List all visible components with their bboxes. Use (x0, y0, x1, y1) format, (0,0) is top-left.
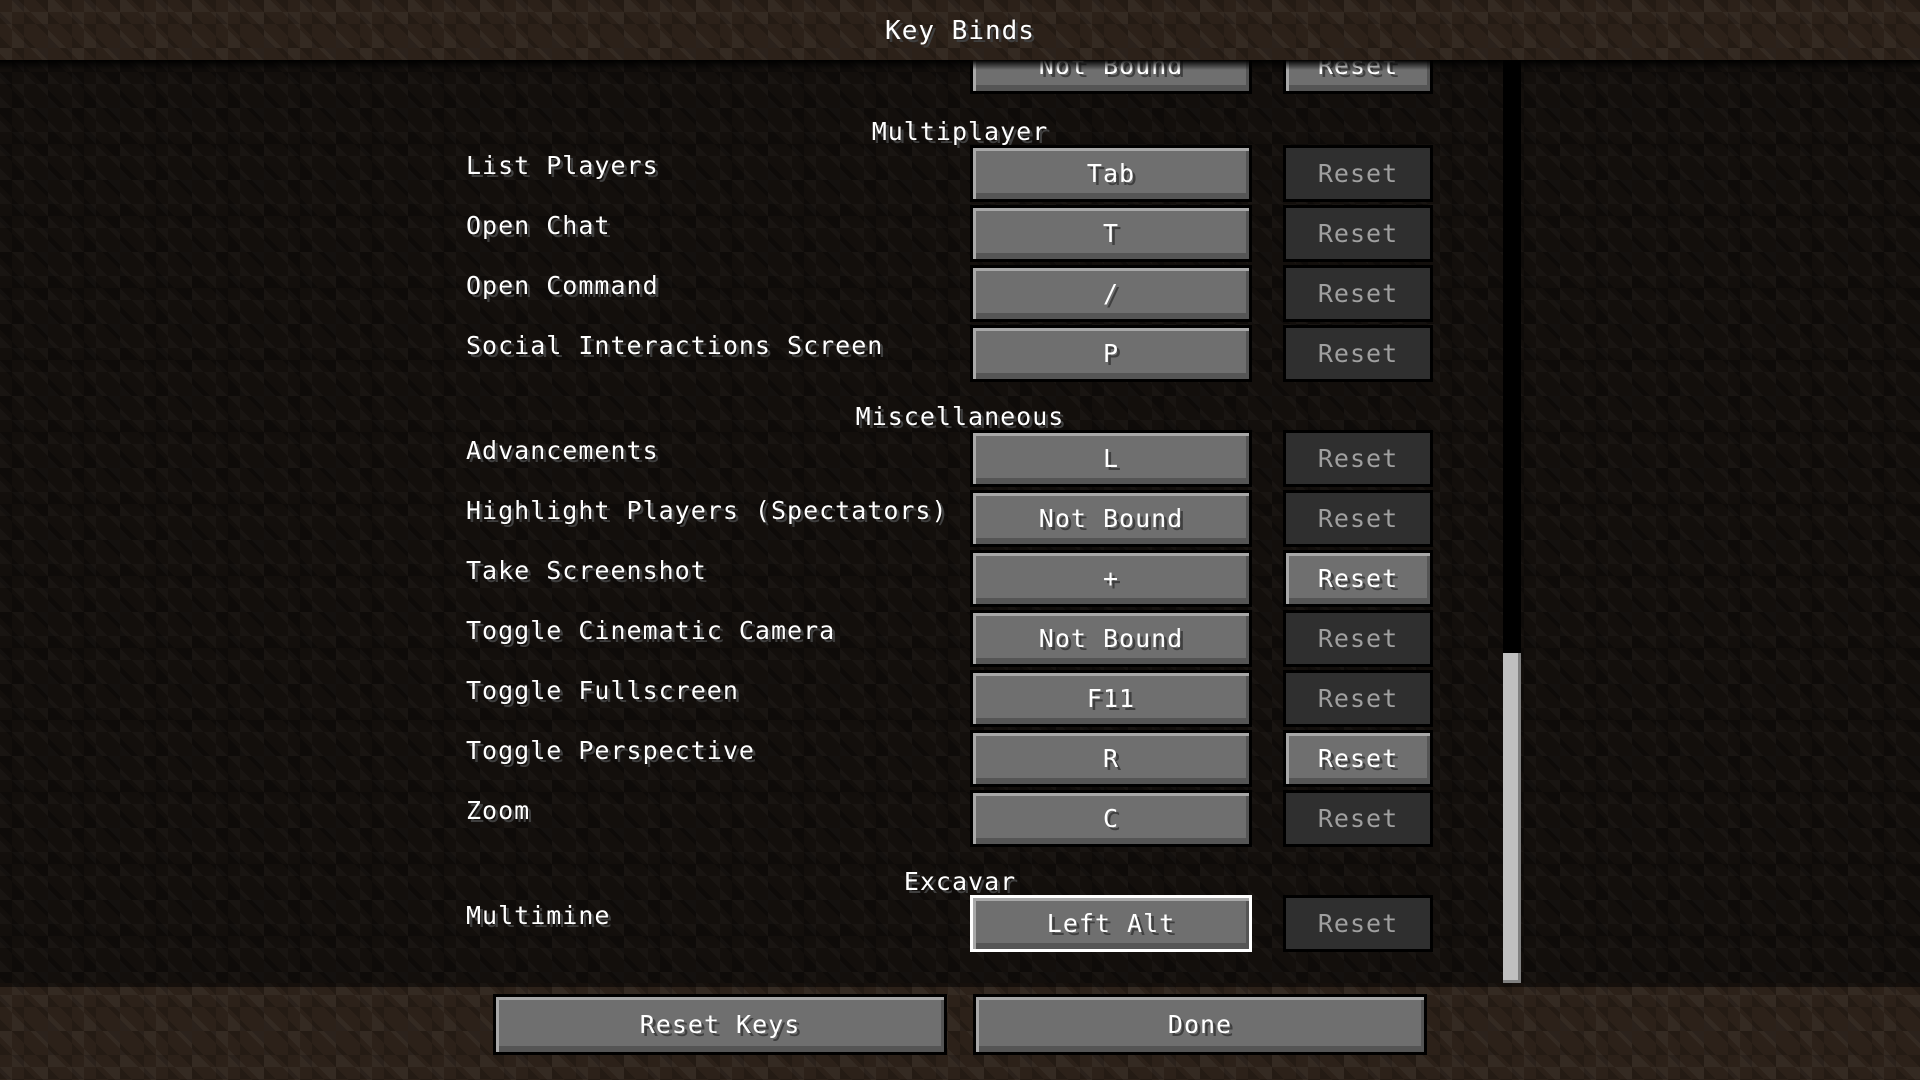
keybind-label: Open Chat (466, 211, 611, 240)
keybind-label: Take Screenshot (466, 556, 707, 585)
key-button-label: T (1102, 219, 1120, 248)
key-button-label: Not Bound (1038, 624, 1184, 653)
reset-button-label: Reset (1317, 159, 1399, 188)
key-button[interactable]: C (970, 790, 1252, 847)
reset-button: Reset (1283, 790, 1433, 847)
done-label: Done (1167, 1010, 1233, 1039)
key-button[interactable]: Left Alt (970, 895, 1252, 952)
header: Key Binds (0, 0, 1920, 60)
reset-button-label: Reset (1317, 804, 1399, 833)
footer: Reset Keys Done (0, 983, 1920, 1080)
section-header: Excavar (903, 867, 1017, 896)
key-button-label: Tab (1086, 159, 1136, 188)
key-button-label: R (1102, 744, 1120, 773)
keybind-label: Zoom (466, 796, 531, 825)
keybind-label: Advancements (466, 436, 659, 465)
keybind-row: Take Screenshot + Reset (0, 550, 1920, 610)
key-button[interactable]: F11 (970, 670, 1252, 727)
key-button[interactable]: T (970, 205, 1252, 262)
reset-button: Reset (1283, 145, 1433, 202)
keybind-label: Open Command (466, 271, 659, 300)
screen-title: Key Binds (885, 16, 1035, 46)
reset-button-label: Reset (1317, 564, 1399, 593)
key-button-label: + (1102, 564, 1120, 593)
key-button-label: / (1102, 279, 1120, 308)
done-button[interactable]: Done (973, 994, 1427, 1055)
reset-button[interactable]: Reset (1283, 730, 1433, 787)
reset-button-label: Reset (1317, 339, 1399, 368)
key-button[interactable]: R (970, 730, 1252, 787)
reset-button-label: Reset (1317, 909, 1399, 938)
keybind-row: Open Chat T Reset (0, 205, 1920, 265)
key-button[interactable]: Not Bound (970, 610, 1252, 667)
keybind-row: Toggle Fullscreen F11 Reset (0, 670, 1920, 730)
keybind-label: Toggle Perspective (466, 736, 755, 765)
key-button-label: C (1102, 804, 1120, 833)
keybind-label: Social Interactions Screen (466, 331, 884, 360)
key-button-label: Not Bound (1038, 60, 1184, 80)
keybind-row: List Players Tab Reset (0, 145, 1920, 205)
keybind-label: Highlight Players (Spectators) (466, 496, 948, 525)
scrollbar-thumb[interactable] (1503, 653, 1521, 983)
reset-button-label: Reset (1317, 504, 1399, 533)
reset-button: Reset (1283, 670, 1433, 727)
reset-button[interactable]: Reset (1283, 550, 1433, 607)
reset-button: Reset (1283, 895, 1433, 952)
reset-button-label: Reset (1317, 279, 1399, 308)
keybind-row: Multimine Left Alt Reset (0, 895, 1920, 955)
key-button-label: L (1102, 444, 1120, 473)
keybind-row: Advancements L Reset (0, 430, 1920, 490)
reset-button: Reset (1283, 265, 1433, 322)
reset-button: Reset (1283, 430, 1433, 487)
key-button[interactable]: P (970, 325, 1252, 382)
reset-button-label: Reset (1317, 744, 1399, 773)
scrollbar[interactable] (1503, 60, 1521, 983)
keybind-label: Toggle Fullscreen (466, 676, 739, 705)
key-button[interactable]: L (970, 430, 1252, 487)
keybind-row: Highlight Players (Spectators) Not Bound R… (0, 490, 1920, 550)
reset-button-label: Reset (1317, 60, 1399, 80)
keybind-row: Not Bound Reset (0, 60, 1920, 97)
key-button[interactable]: / (970, 265, 1252, 322)
key-button-label: P (1102, 339, 1120, 368)
reset-button: Reset (1283, 325, 1433, 382)
reset-button: Reset (1283, 205, 1433, 262)
reset-button: Reset (1283, 490, 1433, 547)
keybind-list[interactable]: Not Bound Reset Multiplayer List Players Tab… (0, 60, 1920, 983)
reset-button: Reset (1283, 610, 1433, 667)
reset-keys-button[interactable]: Reset Keys (493, 994, 947, 1055)
keybind-row: Social Interactions Screen P Reset (0, 325, 1920, 385)
section-header: Miscellaneous (855, 402, 1065, 431)
key-button[interactable]: Not Bound (970, 60, 1252, 94)
key-button[interactable]: Not Bound (970, 490, 1252, 547)
key-button[interactable]: Tab (970, 145, 1252, 202)
reset-button-label: Reset (1317, 624, 1399, 653)
reset-keys-label: Reset Keys (639, 1010, 801, 1039)
reset-button-label: Reset (1317, 684, 1399, 713)
keybind-label: Multimine (466, 901, 611, 930)
reset-button-label: Reset (1317, 219, 1399, 248)
keybind-label: Toggle Cinematic Camera (466, 616, 836, 645)
key-button-label: F11 (1086, 684, 1136, 713)
keybind-row: Toggle Cinematic Camera Not Bound Reset (0, 610, 1920, 670)
keybind-label: List Players (466, 151, 659, 180)
reset-button[interactable]: Reset (1283, 60, 1433, 94)
keybind-row: Open Command / Reset (0, 265, 1920, 325)
key-button-label: Not Bound (1038, 504, 1184, 533)
reset-button-label: Reset (1317, 444, 1399, 473)
keybind-row: Toggle Perspective R Reset (0, 730, 1920, 790)
key-button-label: Left Alt (1046, 909, 1176, 938)
key-button[interactable]: + (970, 550, 1252, 607)
section-header: Multiplayer (871, 117, 1049, 146)
keybind-row: Zoom C Reset (0, 790, 1920, 850)
